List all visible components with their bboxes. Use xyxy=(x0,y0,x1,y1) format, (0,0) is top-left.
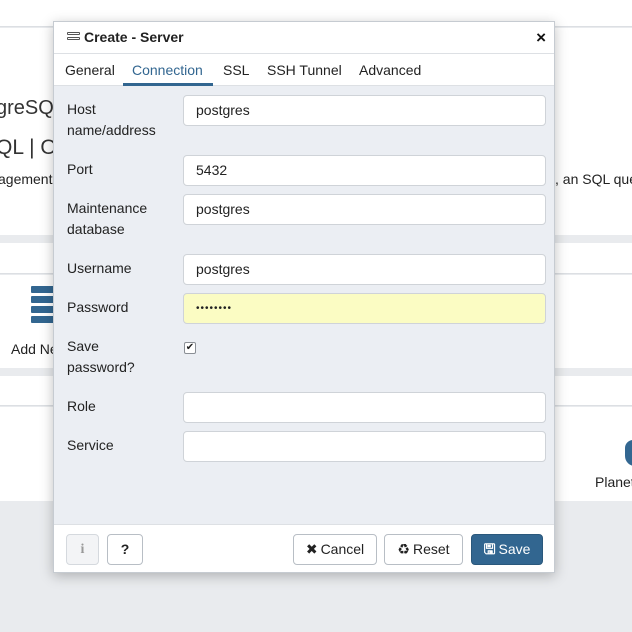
host-input[interactable]: postgres xyxy=(183,95,546,126)
recycle-icon: ♻ xyxy=(397,541,410,557)
tab-connection[interactable]: Connection xyxy=(132,62,203,78)
tab-advanced[interactable]: Advanced xyxy=(359,62,421,78)
background-add-new-server-link[interactable]: Add Ne xyxy=(11,341,58,357)
help-button[interactable]: ? xyxy=(107,534,143,565)
save-password-label: Save password? xyxy=(67,338,135,375)
server-stack-icon xyxy=(31,286,55,331)
port-input[interactable]: 5432 xyxy=(183,155,546,186)
floppy-disk-icon: 🖫 xyxy=(483,541,496,557)
tab-general[interactable]: General xyxy=(65,62,115,78)
help-icon: ? xyxy=(120,541,130,557)
info-button[interactable]: i xyxy=(66,534,99,565)
cancel-button-label: Cancel xyxy=(320,541,365,557)
role-input[interactable] xyxy=(183,392,546,423)
password-label: Password xyxy=(67,299,129,315)
save-password-checkbox[interactable]: ✔ xyxy=(184,342,196,354)
dialog-title: Create - Server xyxy=(84,29,184,45)
dialog-footer: i ? ✖ Cancel ♻ Reset 🖫 Save xyxy=(54,524,554,572)
maintenance-database-input[interactable]: postgres xyxy=(183,194,546,225)
cancel-button[interactable]: ✖ Cancel xyxy=(293,534,377,565)
background-description-right: , an SQL que xyxy=(555,171,632,187)
save-button-label: Save xyxy=(498,541,531,557)
port-label: Port xyxy=(67,161,93,177)
create-server-dialog: Create - Server × General Connection SSL… xyxy=(53,21,555,573)
username-input[interactable]: postgres xyxy=(183,254,546,285)
server-icon xyxy=(67,32,80,46)
info-icon: i xyxy=(80,542,85,557)
tab-ssl[interactable]: SSL xyxy=(223,62,249,78)
role-label: Role xyxy=(67,398,96,414)
dialog-header[interactable]: Create - Server × xyxy=(54,22,554,54)
password-input[interactable]: •••••••• xyxy=(183,293,546,324)
maintenance-database-label: Maintenance database xyxy=(67,200,148,237)
close-icon: ✖ xyxy=(305,541,318,557)
save-button[interactable]: 🖫 Save xyxy=(471,534,543,565)
host-label: Host name/address xyxy=(67,101,156,138)
tab-ssh-tunnel[interactable]: SSH Tunnel xyxy=(267,62,342,78)
background-heading: greSQ xyxy=(0,97,54,119)
background-planet-link[interactable]: Planet xyxy=(595,474,632,490)
service-input[interactable] xyxy=(183,431,546,462)
reset-button-label: Reset xyxy=(412,541,450,557)
username-label: Username xyxy=(67,260,132,276)
reset-button[interactable]: ♻ Reset xyxy=(384,534,463,565)
dialog-tabs: General Connection SSL SSH Tunnel Advanc… xyxy=(54,54,554,86)
close-icon[interactable]: × xyxy=(536,28,546,48)
background-description-left: agement xyxy=(0,171,53,187)
connection-form: Host name/address postgres Port 5432 Mai… xyxy=(54,86,554,524)
service-label: Service xyxy=(67,437,114,453)
